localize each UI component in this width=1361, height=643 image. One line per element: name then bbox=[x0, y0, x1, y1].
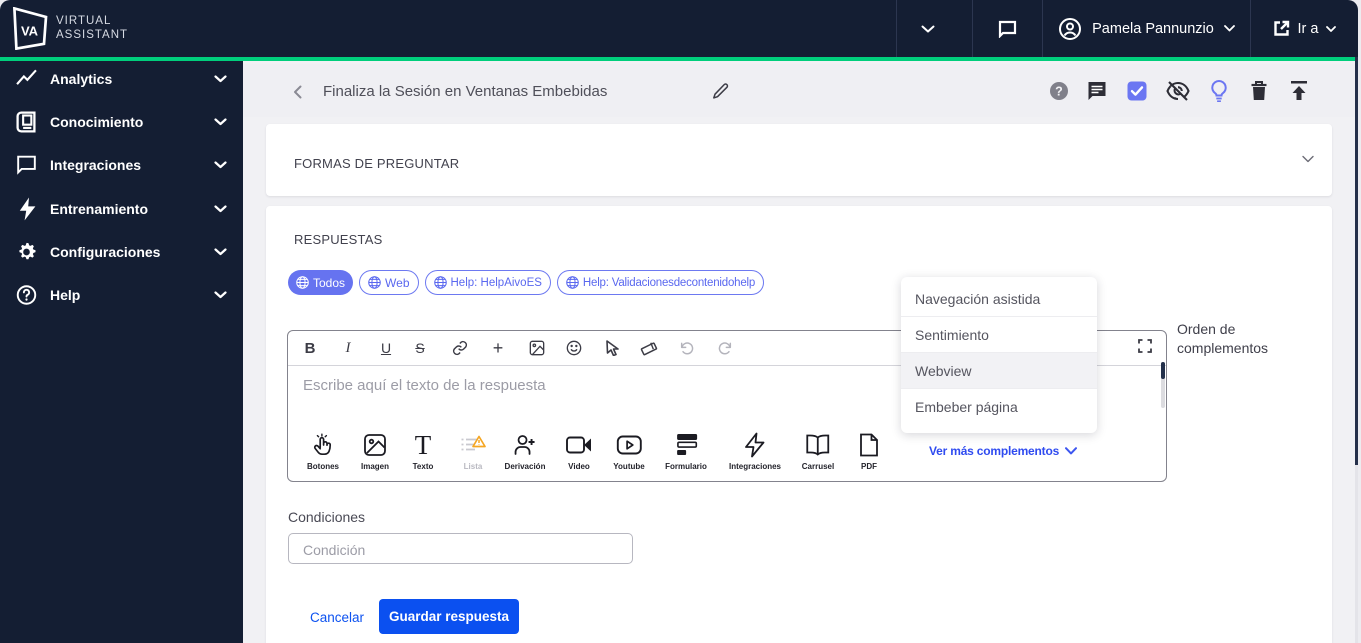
svg-text:?: ? bbox=[1055, 84, 1063, 98]
svg-text:VA: VA bbox=[21, 24, 39, 39]
